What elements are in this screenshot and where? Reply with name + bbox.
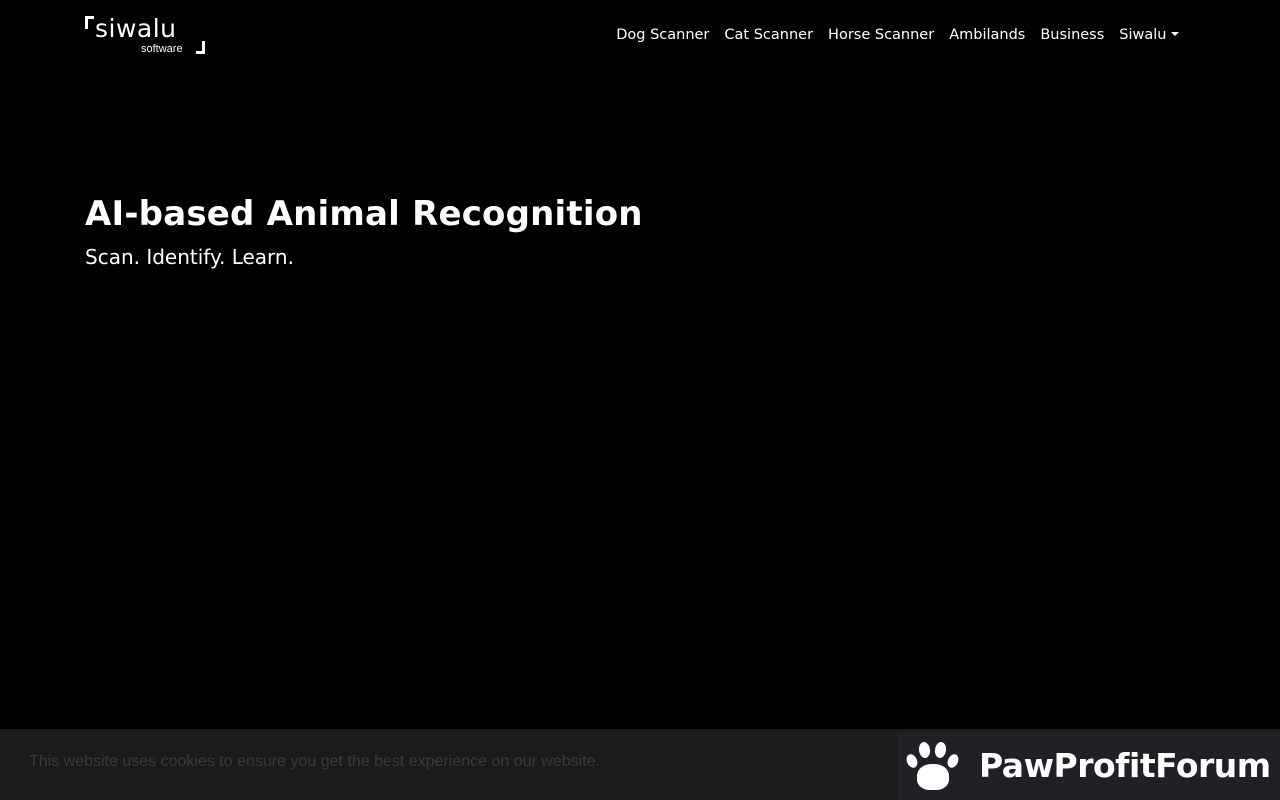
logo-corner-top-left (85, 16, 94, 29)
hero-title: AI-based Animal Recognition (85, 194, 643, 234)
nav-siwalu-label: Siwalu (1119, 27, 1167, 43)
paw-icon (904, 740, 961, 792)
page: siwalu software Dog Scanner Cat Scanner … (0, 0, 1280, 800)
logo-tagline: software (141, 43, 183, 55)
cookie-message: This website uses cookies to ensure you … (29, 753, 600, 770)
siwalu-logo[interactable]: siwalu software (85, 14, 207, 56)
pawprofitforum-watermark: PawProfitForum (897, 731, 1280, 800)
watermark-text: PawProfitForum (979, 746, 1271, 785)
nav-siwalu-dropdown[interactable]: Siwalu (1112, 24, 1186, 46)
nav-dog-scanner[interactable]: Dog Scanner (609, 24, 717, 46)
nav-business[interactable]: Business (1033, 24, 1112, 46)
logo-wordmark: siwalu (95, 14, 177, 43)
nav-horse-scanner[interactable]: Horse Scanner (821, 24, 942, 46)
logo-corner-bottom-right (196, 41, 205, 54)
nav-cat-scanner[interactable]: Cat Scanner (717, 24, 821, 46)
nav-ambilands[interactable]: Ambilands (942, 24, 1033, 46)
hero-subtitle: Scan. Identify. Learn. (85, 245, 294, 269)
caret-down-icon (1170, 32, 1179, 36)
main-nav: Dog Scanner Cat Scanner Horse Scanner Am… (609, 24, 1186, 46)
